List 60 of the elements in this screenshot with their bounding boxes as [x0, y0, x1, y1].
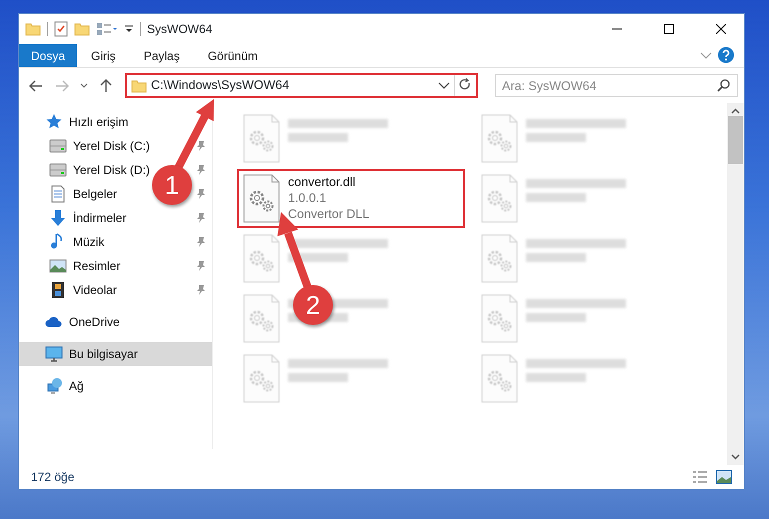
picture-icon — [49, 257, 67, 275]
forward-arrow-icon — [55, 80, 69, 92]
search-icon — [717, 79, 730, 92]
sidebar-item[interactable]: İndirmeler — [73, 209, 126, 227]
network-icon — [45, 377, 63, 395]
customize-caret-icon[interactable] — [124, 24, 134, 34]
document-icon — [49, 185, 67, 203]
file-detail: 1.0.0.1 — [288, 190, 328, 206]
ribbon-tab[interactable]: Dosya — [19, 44, 78, 67]
ribbon-tab[interactable]: Görünüm — [194, 44, 272, 67]
blurred-text-bar — [288, 373, 348, 382]
sidebar-item[interactable]: Videolar — [73, 281, 117, 299]
monitor-icon — [45, 345, 63, 363]
sidebar-item[interactable]: Belgeler — [73, 185, 118, 203]
blurred-text-bar — [288, 133, 348, 142]
search-field[interactable]: Ara: SysWOW64 — [495, 74, 738, 97]
ribbon-tab[interactable]: Giriş — [77, 44, 130, 67]
new-folder-icon[interactable] — [74, 21, 90, 37]
large-icons-view-icon[interactable] — [716, 470, 732, 484]
blurred-text-bar — [526, 373, 586, 382]
sidebar-item[interactable]: Hızlı erişim — [69, 113, 128, 131]
sidebar-item[interactable]: Bu bilgisayar — [19, 342, 212, 366]
address-bar[interactable]: C:\Windows\SysWOW64 — [125, 73, 478, 98]
sidebar-item[interactable]: Yerel Disk (D:) — [73, 161, 150, 179]
back-arrow-icon — [29, 80, 43, 92]
properties-icon[interactable] — [54, 21, 68, 37]
sidebar-item[interactable]: Yerel Disk (C:) — [73, 137, 150, 155]
blurred-text-bar — [526, 253, 586, 262]
dropdown-caret-icon[interactable] — [438, 82, 450, 90]
file-name[interactable]: convertor.dll — [288, 174, 370, 190]
scroll-down-icon[interactable] — [731, 454, 740, 460]
drive-icon — [49, 137, 67, 155]
dll-file-icon[interactable] — [243, 174, 280, 223]
sidebar-item[interactable]: OneDrive — [69, 313, 120, 331]
star-icon — [45, 113, 63, 131]
close-icon — [716, 24, 726, 34]
details-view-icon[interactable] — [692, 470, 708, 484]
file-detail: Convertor DLL — [288, 206, 370, 222]
view-options-icon[interactable] — [96, 21, 118, 37]
sidebar-item[interactable]: Resimler — [73, 257, 120, 275]
sidebar-item[interactable]: Müzik — [73, 233, 104, 251]
blurred-text-bar — [526, 133, 586, 142]
scroll-thumb[interactable] — [728, 116, 743, 164]
download-arrow-icon — [49, 209, 67, 227]
up-arrow-icon — [100, 78, 112, 92]
help-icon[interactable] — [718, 47, 734, 63]
scrollbar[interactable] — [727, 103, 744, 465]
ribbon-tab[interactable]: Paylaş — [130, 44, 194, 67]
caret-icon — [80, 83, 88, 88]
sidebar-item[interactable]: Ağ — [69, 377, 84, 395]
folder-icon[interactable] — [25, 21, 41, 37]
scroll-up-icon[interactable] — [731, 108, 740, 114]
item-count: 172 öğe — [31, 469, 74, 486]
window-title: SysWOW64 — [147, 21, 212, 38]
blurred-text-bar — [526, 193, 586, 202]
drive-icon — [49, 161, 67, 179]
blurred-text-bar — [526, 313, 586, 322]
maximize-icon — [664, 24, 674, 34]
film-strip-icon — [49, 281, 67, 299]
folder-icon — [131, 78, 147, 94]
